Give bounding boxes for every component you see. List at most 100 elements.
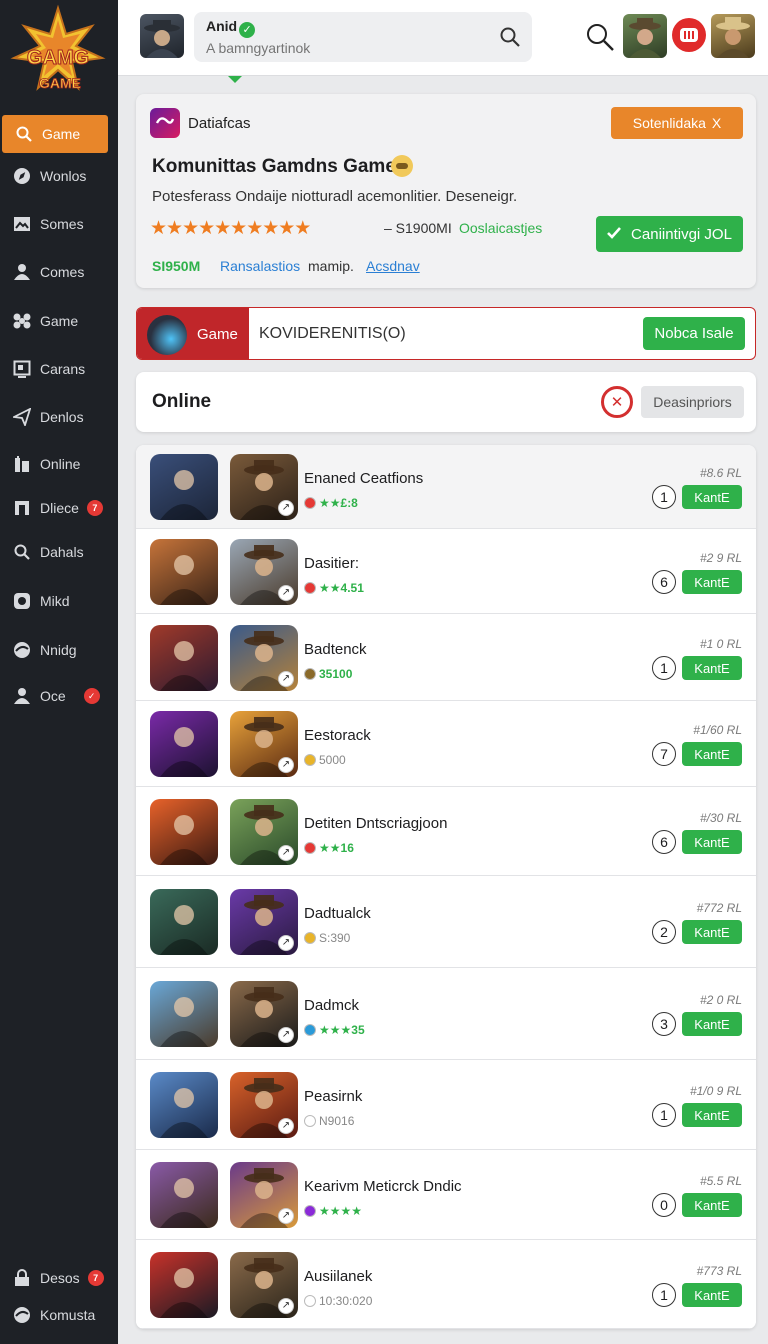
game-row[interactable]: ↗ Dasitier: ★★4.51 #2 9 RL 6 KantE	[136, 529, 756, 614]
sidebar-item-label: Nnidg	[40, 642, 77, 658]
game-thumbnail-alt[interactable]: ↗	[230, 539, 298, 605]
game-thumbnail[interactable]	[150, 799, 218, 865]
game-center-icon[interactable]	[672, 18, 706, 52]
game-filter-button[interactable]: Nobca Isale	[643, 317, 745, 350]
filter-button[interactable]: Deasinpriors	[641, 386, 744, 418]
game-thumbnail[interactable]	[150, 1162, 218, 1228]
sidebar-item-dliece[interactable]: Dliece 7	[0, 489, 118, 527]
game-thumbnail-alt[interactable]: ↗	[230, 625, 298, 691]
game-thumbnail[interactable]	[150, 981, 218, 1047]
game-action-button[interactable]: KantE	[682, 920, 742, 944]
featured-link-2[interactable]: Acsdnav	[366, 258, 420, 274]
game-thumbnail[interactable]	[150, 1252, 218, 1318]
game-action-button[interactable]: KantE	[682, 485, 742, 509]
game-meta: ★★★35	[304, 1023, 365, 1037]
gamg-logo[interactable]: GAMG GAME	[6, 4, 110, 102]
disc-icon	[12, 591, 32, 611]
game-list: ↗ Enaned Ceatfions ★★£:8 #8.6 RL 1 KantE ↗ Dasi…	[136, 445, 756, 1329]
game-thumbnail-alt[interactable]: ↗	[230, 1252, 298, 1318]
game-thumbnail[interactable]	[150, 539, 218, 605]
game-rank: 3	[652, 1012, 676, 1036]
game-action-button[interactable]: KantE	[682, 656, 742, 680]
friend-avatar[interactable]	[623, 14, 667, 58]
sidebar-item-comes[interactable]: Comes	[0, 253, 118, 291]
close-icon[interactable]: ✕	[601, 386, 633, 418]
game-thumbnail[interactable]	[150, 625, 218, 691]
search-bar[interactable]: Anid ✓	[194, 12, 532, 62]
search-input[interactable]	[206, 38, 476, 58]
sidebar-item-mikd[interactable]: Mikd	[0, 582, 118, 620]
close-icon[interactable]: X	[712, 115, 721, 131]
sidebar-item-label: Comes	[40, 264, 85, 280]
sidebar-item-online[interactable]: Online	[0, 445, 118, 483]
game-thumbnail[interactable]	[150, 711, 218, 777]
notification-badge: 7	[87, 1270, 104, 1286]
game-row[interactable]: ↗ Peasirnk N9016 #1/0 9 RL 1 KantE	[136, 1060, 756, 1150]
friend-avatar-2[interactable]	[711, 14, 755, 58]
rating-dot-icon	[304, 582, 316, 594]
continue-button[interactable]: Caniintivgi JOL	[596, 216, 743, 252]
game-action-button[interactable]: KantE	[682, 570, 742, 594]
game-action-button[interactable]: KantE	[682, 830, 742, 854]
sidebar-item-komusta[interactable]: Komusta	[0, 1296, 118, 1334]
source-name: Datiafcas	[188, 115, 251, 132]
game-row[interactable]: ↗ Kearivm Meticrck Dndic ★★★★ #5.5 RL 0 KantE	[136, 1150, 756, 1240]
featured-link-1[interactable]: Ransalastios	[220, 258, 300, 274]
game-filter-tab[interactable]: Game	[137, 308, 249, 359]
gamepad-icon	[12, 311, 32, 331]
game-thumbnail-alt[interactable]: ↗	[230, 981, 298, 1047]
badge-icon: ↗	[278, 757, 294, 773]
game-row[interactable]: ↗ Detiten Dntscriagjoon ★★16 #/30 RL 6 KantE	[136, 787, 756, 876]
game-title: Kearivm Meticrck Dndic	[304, 1178, 462, 1195]
game-meta: ★★4.51	[304, 581, 364, 595]
game-thumbnail-alt[interactable]: ↗	[230, 799, 298, 865]
featured-link-suffix: mamip.	[308, 258, 354, 274]
sidebar-item-somes[interactable]: Somes	[0, 205, 118, 243]
game-row[interactable]: ↗ Ausiilanek 10:30:020 #773 RL 1 KantE	[136, 1240, 756, 1329]
featured-action-button[interactable]: Sotenlidaka X	[611, 107, 743, 139]
game-row[interactable]: ↗ Dadmck ★★★35 #2 0 RL 3 KantE	[136, 968, 756, 1060]
game-thumbnail-alt[interactable]: ↗	[230, 1072, 298, 1138]
game-title: Detiten Dntscriagjoon	[304, 815, 448, 832]
game-filter-value[interactable]: KOVIDERENITIS(O)	[259, 325, 406, 343]
game-action-button[interactable]: KantE	[682, 1283, 742, 1307]
game-row[interactable]: ↗ Enaned Ceatfions ★★£:8 #8.6 RL 1 KantE	[136, 445, 756, 529]
sidebar-item-wonlos[interactable]: Wonlos	[0, 157, 118, 195]
user-avatar[interactable]	[140, 14, 184, 58]
game-meta: ★★★★	[304, 1204, 362, 1218]
badge-icon: ↗	[278, 585, 294, 601]
game-thumbnail-alt[interactable]: ↗	[230, 889, 298, 955]
game-title: Dadmck	[304, 997, 360, 1014]
game-row[interactable]: ↗ Dadtualck S:390 #772 RL 2 KantE	[136, 876, 756, 968]
logo-text-2: GAME	[39, 75, 81, 91]
sidebar-item-game-2[interactable]: Game	[0, 302, 118, 340]
search-icon[interactable]	[500, 27, 520, 52]
game-rank: 0	[652, 1193, 676, 1217]
sidebar-item-oce[interactable]: Oce ✓	[0, 677, 118, 715]
game-thumbnail-alt[interactable]: ↗	[230, 1162, 298, 1228]
game-thumbnail[interactable]	[150, 1072, 218, 1138]
game-row[interactable]: ↗ Eestorack 5000 #1/60 RL 7 KantE	[136, 701, 756, 787]
game-thumbnail-alt[interactable]: ↗	[230, 711, 298, 777]
rating-dot-icon	[304, 497, 316, 509]
sidebar-item-label: Dahals	[40, 544, 84, 560]
game-thumbnail[interactable]	[150, 889, 218, 955]
search-icon[interactable]	[586, 23, 614, 56]
game-price: #1/60 RL	[693, 723, 742, 737]
game-thumbnail-alt[interactable]: ↗	[230, 454, 298, 520]
game-thumbnail[interactable]	[150, 454, 218, 520]
sidebar-item-denlos[interactable]: Denlos	[0, 398, 118, 436]
image-icon	[12, 214, 32, 234]
game-action-button[interactable]: KantE	[682, 1103, 742, 1127]
game-action-button[interactable]: KantE	[682, 1012, 742, 1036]
sidebar-item-carans[interactable]: Carans	[0, 350, 118, 388]
sidebar-item-nnidg[interactable]: Nnidg	[0, 631, 118, 669]
sidebar-item-desos[interactable]: Desos 7	[0, 1259, 118, 1297]
sidebar-item-game[interactable]: Game	[2, 115, 108, 153]
game-price: #773 RL	[696, 1264, 742, 1278]
game-action-button[interactable]: KantE	[682, 742, 742, 766]
game-row[interactable]: ↗ Badtenck 35100 #1 0 RL 1 KantE	[136, 614, 756, 701]
sidebar-item-dahals[interactable]: Dahals	[0, 533, 118, 571]
rating-dot-icon	[304, 1205, 316, 1217]
game-action-button[interactable]: KantE	[682, 1193, 742, 1217]
